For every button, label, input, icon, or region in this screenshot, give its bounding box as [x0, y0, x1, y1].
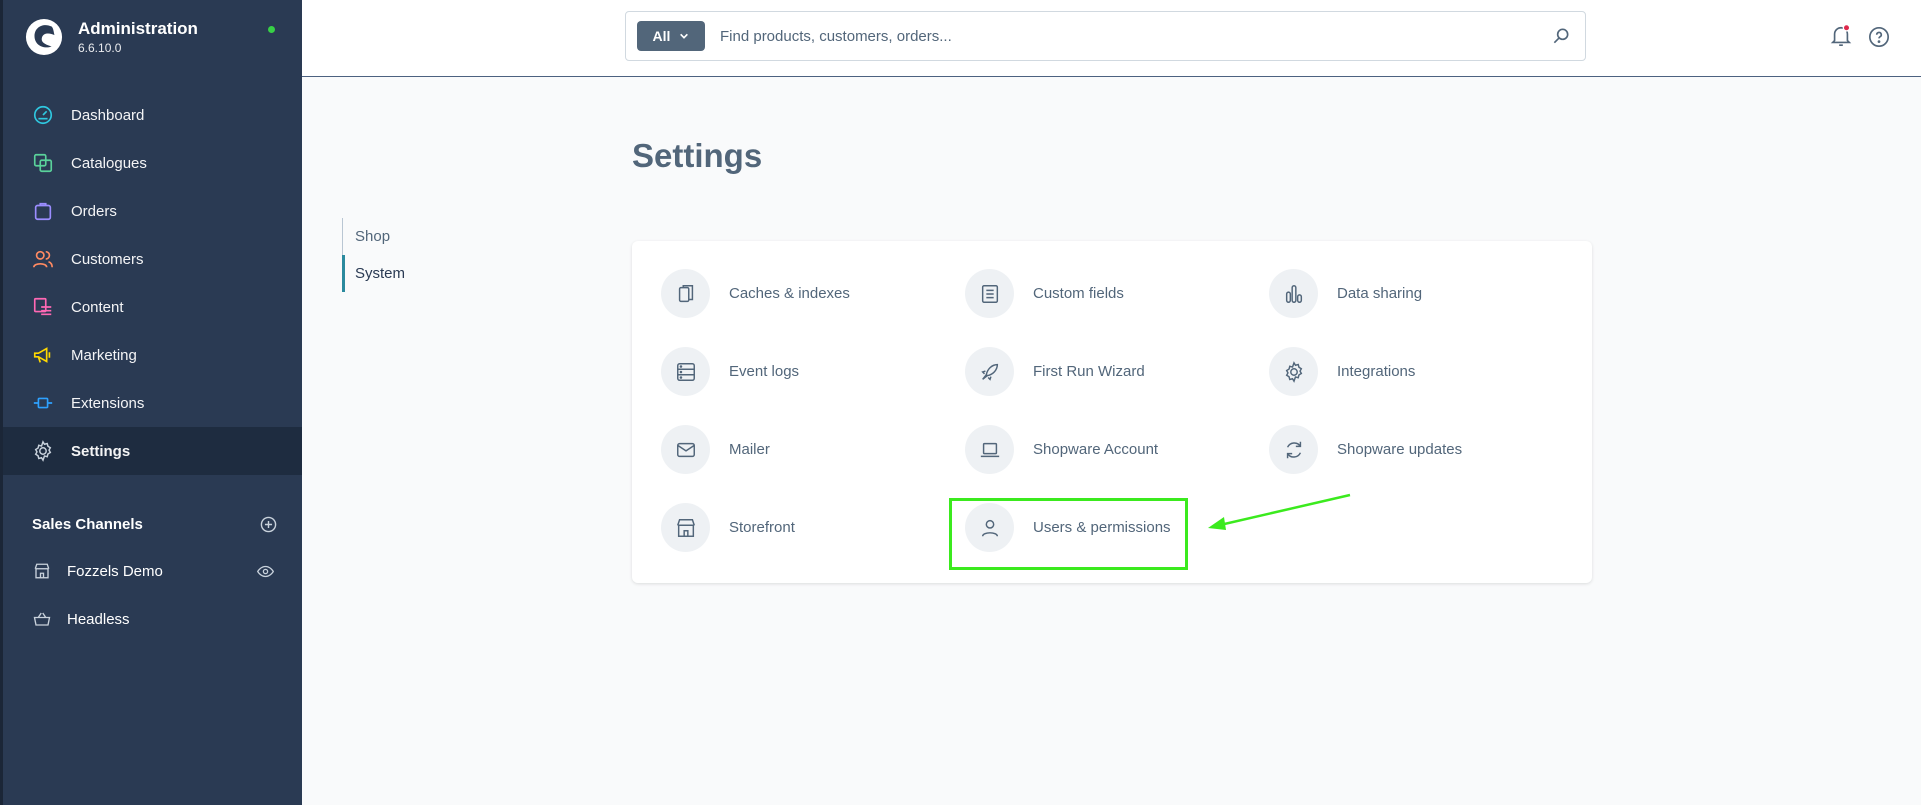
eye-icon[interactable] [257, 563, 274, 580]
setting-data-sharing[interactable]: Data sharing [1269, 269, 1422, 318]
basket-icon [32, 609, 52, 629]
app-version: 6.6.10.0 [78, 40, 122, 55]
add-sales-channel-icon[interactable] [260, 516, 277, 533]
sidebar-item-content[interactable]: Content [3, 283, 302, 331]
setting-label: Shopware updates [1337, 441, 1463, 458]
setting-event-logs[interactable]: Event logs [661, 347, 799, 396]
content-icon [31, 295, 55, 319]
custom-fields-icon [965, 269, 1014, 318]
search-type-dropdown[interactable]: All [637, 21, 705, 51]
sidebar-item-label: Dashboard [71, 106, 145, 124]
setting-label: Data sharing [1337, 285, 1423, 302]
sidebar-item-marketing[interactable]: Marketing [3, 331, 302, 379]
marketing-megaphone-icon [31, 343, 55, 367]
event-logs-icon [661, 347, 710, 396]
sales-channel-fozzels-demo[interactable]: Fozzels Demo [3, 547, 302, 595]
setting-label: Caches & indexes [729, 285, 850, 302]
sales-channel-headless[interactable]: Headless [3, 595, 302, 643]
annotation-arrow-icon [1208, 493, 1351, 530]
sidebar-item-extensions[interactable]: Extensions [3, 379, 302, 427]
search-type-label: All [652, 28, 671, 44]
setting-caches-indexes[interactable]: Caches & indexes [661, 269, 850, 318]
highlight-box [949, 498, 1188, 570]
refresh-icon [1269, 425, 1318, 474]
sidebar: Administration 6.6.10.0 Dashboard Catalo… [0, 0, 302, 805]
sales-channels-list: Fozzels Demo Headless [3, 547, 302, 643]
search-icon[interactable] [1551, 26, 1571, 46]
laptop-icon [965, 425, 1014, 474]
sidebar-item-label: Catalogues [71, 154, 147, 172]
shopware-logo-icon [25, 18, 63, 56]
global-search: All [625, 11, 1586, 61]
data-sharing-chart-icon [1269, 269, 1318, 318]
integrations-gear-icon [1269, 347, 1318, 396]
sidebar-item-settings[interactable]: Settings [3, 427, 302, 475]
setting-label: Integrations [1337, 363, 1416, 380]
customers-icon [31, 247, 55, 271]
setting-label: Mailer [729, 441, 770, 458]
sidebar-item-label: Extensions [71, 394, 145, 412]
search-input[interactable] [720, 27, 1520, 45]
sidebar-item-orders[interactable]: Orders [3, 187, 302, 235]
tab-shop[interactable]: Shop [342, 218, 502, 255]
notifications-bell-icon[interactable] [1830, 24, 1852, 48]
app-title: Administration [78, 18, 198, 38]
setting-label: Shopware Account [1033, 441, 1159, 458]
main-nav: Dashboard Catalogues Orders Customers Co… [3, 91, 302, 475]
setting-integrations[interactable]: Integrations [1269, 347, 1415, 396]
tab-system[interactable]: System [342, 255, 502, 292]
caches-icon [661, 269, 710, 318]
brand: Administration 6.6.10.0 [25, 18, 198, 56]
page-title: Settings [632, 137, 763, 174]
help-icon[interactable] [1868, 26, 1890, 48]
setting-shopware-account[interactable]: Shopware Account [965, 425, 1158, 474]
top-bar: All [302, 0, 1921, 77]
catalogues-icon [31, 151, 55, 175]
sidebar-item-label: Content [71, 298, 124, 316]
storefront-icon [661, 503, 710, 552]
status-indicator [268, 26, 275, 33]
chevron-down-icon [680, 33, 689, 39]
sales-channels-title: Sales Channels [32, 516, 143, 533]
setting-mailer[interactable]: Mailer [661, 425, 770, 474]
sidebar-item-dashboard[interactable]: Dashboard [3, 91, 302, 139]
storefront-icon [32, 561, 52, 581]
settings-tabs: Shop System [342, 218, 502, 292]
sales-channel-label: Fozzels Demo [67, 562, 163, 580]
orders-bag-icon [31, 199, 55, 223]
setting-label: Event logs [729, 363, 800, 380]
sidebar-item-label: Settings [71, 442, 131, 460]
sidebar-item-label: Marketing [71, 346, 137, 364]
setting-custom-fields[interactable]: Custom fields [965, 269, 1124, 318]
sidebar-item-customers[interactable]: Customers [3, 235, 302, 283]
setting-label: First Run Wizard [1033, 363, 1145, 380]
dashboard-gauge-icon [31, 103, 55, 127]
extensions-plug-icon [31, 391, 55, 415]
sidebar-item-label: Orders [71, 202, 117, 220]
sidebar-item-label: Customers [71, 250, 144, 268]
envelope-icon [661, 425, 710, 474]
sales-channels-header: Sales Channels [32, 516, 277, 533]
sidebar-item-catalogues[interactable]: Catalogues [3, 139, 302, 187]
setting-storefront[interactable]: Storefront [661, 503, 795, 552]
rocket-icon [965, 347, 1014, 396]
setting-label: Custom fields [1033, 285, 1124, 302]
setting-shopware-updates[interactable]: Shopware updates [1269, 425, 1462, 474]
setting-label: Storefront [729, 519, 795, 536]
settings-gear-icon [31, 439, 55, 463]
sales-channel-label: Headless [67, 610, 130, 628]
setting-first-run-wizard[interactable]: First Run Wizard [965, 347, 1145, 396]
